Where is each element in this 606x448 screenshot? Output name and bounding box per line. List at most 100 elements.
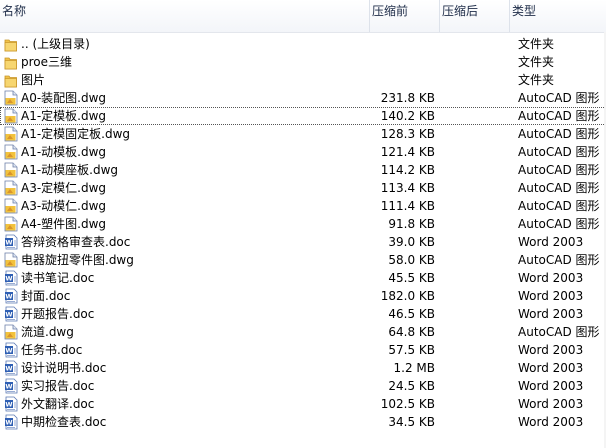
word-doc-icon: W	[4, 378, 18, 394]
file-size: 64.8 KB	[388, 325, 435, 339]
file-row[interactable]: 图片 文件夹	[0, 71, 606, 89]
file-row[interactable]: W 答辩资格审查表.doc 39.0 KB Word 2003	[0, 233, 606, 251]
folder-icon	[4, 72, 18, 88]
word-doc-icon: W	[4, 306, 18, 322]
file-row[interactable]: W 设计说明书.doc 1.2 MB Word 2003	[0, 359, 606, 377]
dwg-file-icon	[4, 252, 18, 268]
file-size: 91.8 KB	[388, 217, 435, 231]
file-list: .. (上级目录) 文件夹 proe三维 文件夹 图片 文件夹 A0-装配图.dwg 231.…	[0, 35, 606, 431]
file-type: Word 2003	[518, 397, 584, 411]
file-name: A1-动模座板.dwg	[21, 163, 119, 177]
column-header-bar: 名称 压缩前 压缩后 类型	[0, 0, 606, 33]
word-doc-icon: W	[4, 396, 18, 412]
dwg-file-icon	[4, 162, 18, 178]
file-row[interactable]: A1-动模座板.dwg 114.2 KB AutoCAD 图形	[0, 161, 606, 179]
svg-text:W: W	[5, 365, 12, 373]
file-type: AutoCAD 图形	[518, 199, 600, 213]
file-row[interactable]: W 封面.doc 182.0 KB Word 2003	[0, 287, 606, 305]
file-type: AutoCAD 图形	[518, 127, 600, 141]
file-row[interactable]: A3-动模仁.dwg 111.4 KB AutoCAD 图形	[0, 197, 606, 215]
file-size: 24.5 KB	[388, 379, 435, 393]
dwg-file-icon	[4, 90, 18, 106]
file-row[interactable]: A1-动模板.dwg 121.4 KB AutoCAD 图形	[0, 143, 606, 161]
file-row[interactable]: 流道.dwg 64.8 KB AutoCAD 图形	[0, 323, 606, 341]
file-row[interactable]: .. (上级目录) 文件夹	[0, 35, 606, 53]
file-name: 外文翻译.doc	[21, 397, 95, 411]
svg-text:W: W	[5, 239, 12, 247]
file-row[interactable]: A0-装配图.dwg 231.8 KB AutoCAD 图形	[0, 89, 606, 107]
file-row[interactable]: A4-塑件图.dwg 91.8 KB AutoCAD 图形	[0, 215, 606, 233]
folder-icon	[4, 36, 18, 52]
file-name: A1-定模固定板.dwg	[21, 127, 131, 141]
file-size: 1.2 MB	[393, 361, 435, 375]
file-name: 答辩资格审查表.doc	[21, 235, 131, 249]
file-row[interactable]: W 外文翻译.doc 102.5 KB Word 2003	[0, 395, 606, 413]
word-doc-icon: W	[4, 270, 18, 286]
file-size: 111.4 KB	[380, 199, 435, 213]
file-name: proe三维	[21, 55, 73, 69]
file-row[interactable]: 电器旋扭零件图.dwg 58.0 KB AutoCAD 图形	[0, 251, 606, 269]
file-name: 读书笔记.doc	[21, 271, 95, 285]
file-name: A0-装配图.dwg	[21, 91, 107, 105]
file-type: AutoCAD 图形	[518, 109, 600, 123]
file-name: 开题报告.doc	[21, 307, 95, 321]
file-type: Word 2003	[518, 307, 584, 321]
file-type: Word 2003	[518, 271, 584, 285]
word-doc-icon: W	[4, 342, 18, 358]
file-type: AutoCAD 图形	[518, 181, 600, 195]
file-type: AutoCAD 图形	[518, 91, 600, 105]
file-size: 121.4 KB	[380, 145, 435, 159]
svg-text:W: W	[5, 293, 12, 301]
svg-text:W: W	[5, 347, 12, 355]
file-type: Word 2003	[518, 343, 584, 357]
file-name: A1-定模板.dwg	[21, 109, 107, 123]
file-size: 140.2 KB	[380, 109, 435, 123]
file-type: Word 2003	[518, 361, 584, 375]
file-size: 57.5 KB	[388, 343, 435, 357]
file-row[interactable]: W 读书笔记.doc 45.5 KB Word 2003	[0, 269, 606, 287]
file-type: 文件夹	[518, 55, 555, 69]
file-size: 58.0 KB	[388, 253, 435, 267]
file-row[interactable]: A3-定模仁.dwg 113.4 KB AutoCAD 图形	[0, 179, 606, 197]
file-row[interactable]: W 实习报告.doc 24.5 KB Word 2003	[0, 377, 606, 395]
file-size: 113.4 KB	[380, 181, 435, 195]
file-type: 文件夹	[518, 37, 555, 51]
column-header-name[interactable]: 名称	[0, 0, 370, 32]
file-type: AutoCAD 图形	[518, 253, 600, 267]
svg-text:W: W	[5, 311, 12, 319]
file-name: A4-塑件图.dwg	[21, 217, 107, 231]
file-name: A3-定模仁.dwg	[21, 181, 107, 195]
file-size: 102.5 KB	[380, 397, 435, 411]
file-name: 图片	[21, 73, 46, 87]
word-doc-icon: W	[4, 414, 18, 430]
dwg-file-icon	[4, 324, 18, 340]
column-header-type[interactable]: 类型	[510, 0, 606, 32]
file-row[interactable]: A1-定模固定板.dwg 128.3 KB AutoCAD 图形	[0, 125, 606, 143]
column-header-size-before[interactable]: 压缩前	[370, 0, 440, 32]
file-size: 39.0 KB	[388, 235, 435, 249]
dwg-file-icon	[4, 126, 18, 142]
word-doc-icon: W	[4, 234, 18, 250]
dwg-file-icon	[4, 216, 18, 232]
dwg-file-icon	[4, 144, 18, 160]
file-row[interactable]: W 任务书.doc 57.5 KB Word 2003	[0, 341, 606, 359]
column-header-size-after[interactable]: 压缩后	[440, 0, 510, 32]
folder-icon	[4, 54, 18, 70]
file-size: 128.3 KB	[380, 127, 435, 141]
file-name: A3-动模仁.dwg	[21, 199, 107, 213]
svg-text:W: W	[5, 401, 12, 409]
file-type: Word 2003	[518, 289, 584, 303]
file-name: 中期检查表.doc	[21, 415, 107, 429]
file-size: 34.5 KB	[388, 415, 435, 429]
file-row[interactable]: W 中期检查表.doc 34.5 KB Word 2003	[0, 413, 606, 431]
file-size: 182.0 KB	[380, 289, 435, 303]
file-row[interactable]: proe三维 文件夹	[0, 53, 606, 71]
file-type: AutoCAD 图形	[518, 217, 600, 231]
word-doc-icon: W	[4, 360, 18, 376]
file-type: Word 2003	[518, 235, 584, 249]
file-name: 流道.dwg	[21, 325, 74, 339]
file-type: Word 2003	[518, 415, 584, 429]
file-row[interactable]: A1-定模板.dwg 140.2 KB AutoCAD 图形	[0, 107, 606, 125]
file-type: AutoCAD 图形	[518, 325, 600, 339]
file-row[interactable]: W 开题报告.doc 46.5 KB Word 2003	[0, 305, 606, 323]
